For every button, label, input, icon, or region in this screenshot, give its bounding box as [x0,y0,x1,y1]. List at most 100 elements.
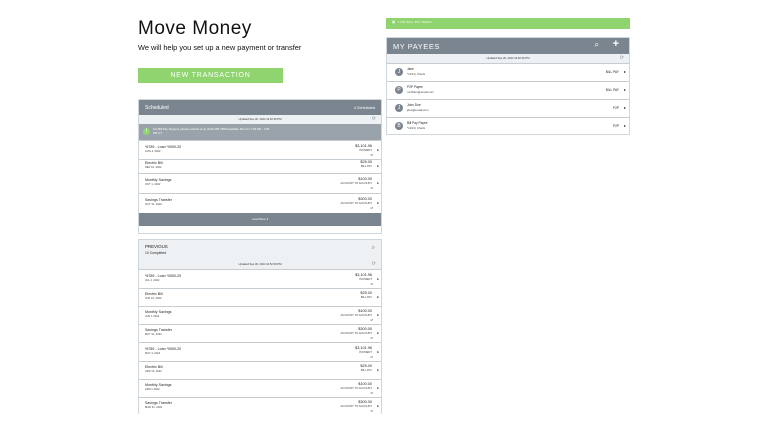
refresh-icon[interactable]: ⟳ [372,116,376,122]
transaction-row[interactable]: *6789 - Loan *0500-20 AUG 4, 2022 $3,101.9… [139,140,381,159]
transaction-amount: $3,101.96 [355,143,372,148]
transaction-name: Savings Transfer [145,328,172,332]
chevron-right-icon[interactable]: ▸ [624,87,626,92]
payee-row[interactable]: J Jane *1234 | Check BILL PAY ▸ [387,63,629,81]
recurring-icon: ⇄ [370,281,373,286]
chevron-right-icon[interactable]: ▸ [377,313,379,317]
support-alert-text: For Bill Pay Support, please contact us … [153,127,270,135]
transaction-name: Savings Transfer [145,401,172,405]
load-more-button[interactable]: Load More ▾ [139,213,381,226]
chevron-right-icon[interactable]: ▸ [377,277,379,281]
previous-count: 10 Completed [145,251,167,255]
transaction-name: Monthly Savings [145,178,172,182]
chevron-right-icon[interactable]: ▸ [377,404,379,408]
search-icon[interactable]: ⌕ [595,40,599,50]
previous-list: *6789 - Loan *0500-20 JUL 4, 2022 $3,101.9… [139,269,381,415]
transaction-row[interactable]: Monthly Savings APR 1 2022 $100.00 ACCOUNT … [139,379,381,397]
payee-row[interactable]: B Bill Pay Payee *1234 | Check P2P ▸ [387,117,629,135]
chevron-right-icon[interactable]: ▸ [377,386,379,390]
payee-detail: mchilton@email.com [407,90,434,94]
transaction-row[interactable]: *6789 - Loan *0500-20 JUL 4, 2022 $3,101.9… [139,269,381,288]
recurring-icon: ⇄ [370,152,373,157]
transaction-date: MAY 31, 2022 [145,333,162,336]
page-subtitle: We will help you set up a new payment or… [138,43,302,52]
transaction-row[interactable]: Electric Bill SEP 10, 2022 $25.00 BILL PAY ▸ [139,159,381,173]
refresh-icon[interactable]: ⟳ [372,261,376,267]
recurring-icon: ⇄ [370,336,373,340]
payee-name: John Doe [407,103,421,107]
transaction-row[interactable]: Electric Bill APR 10, 2022 $25.00 BILL PAY ▸ [139,361,381,379]
add-payee-icon[interactable]: + [613,38,619,50]
chevron-right-icon[interactable]: ▸ [377,164,379,168]
transaction-type: PAYMENT [359,277,372,281]
chevron-right-icon[interactable]: ▸ [377,331,379,335]
transaction-name: *6789 - Loan *0500-20 [145,273,182,278]
transaction-row[interactable]: Savings Transfer OCT 31, 2022 $300.00 ACCOU… [139,193,381,213]
payee-row[interactable]: P P2P Payee mchilton@email.com BILL PAY ▸ [387,81,629,99]
new-transaction-button[interactable]: NEW TRANSACTION [138,68,283,83]
transaction-row[interactable]: Monthly Savings OCT 1, 2022 $100.00 ACCOUNT… [139,173,381,193]
recurring-icon: ⇄ [370,354,373,359]
transaction-date: JUL 4, 2022 [145,278,160,282]
recurring-icon: ⇄ [370,318,373,322]
chevron-right-icon[interactable]: ▸ [624,123,626,128]
payees-panel: MY PAYEES ⌕ + Updated Sep 30, 2024 12:52… [386,37,630,135]
payee-name: Bill Pay Payee [407,121,428,125]
info-icon: i [143,128,150,135]
transaction-type: ACCOUNT TO ACCOUNT [340,387,372,390]
money-icon: ▣ [392,20,396,24]
recurring-icon: ⇄ [370,186,373,190]
transaction-row[interactable]: *6789 - Loan *0500-20 MAY 4, 2022 $3,101.9… [139,342,381,361]
transaction-row[interactable]: Electric Bill JUN 10, 2022 $25.00 BILL PAY ▸ [139,288,381,306]
transaction-type: BILL PAY [360,165,372,168]
chevron-right-icon[interactable]: ▸ [377,148,379,152]
payee-type: BILL PAY [605,88,619,92]
scheduled-count: 4 Scheduled [353,106,375,110]
transaction-type: BILL PAY [360,296,372,299]
transaction-amount: $3,101.96 [355,345,372,350]
scheduled-header: Scheduled 4 Scheduled [139,100,381,115]
chevron-right-icon[interactable]: ▸ [377,201,379,205]
transaction-type: ACCOUNT TO ACCOUNT [340,182,372,185]
transaction-name: *6789 - Loan *0500-20 [145,144,182,149]
payee-detail: *1234 | Check [407,126,426,130]
chevron-right-icon[interactable]: ▸ [377,295,379,299]
chevron-right-icon[interactable]: ▸ [624,105,626,110]
transaction-name: Electric Bill [145,365,163,369]
payees-title: MY PAYEES [393,42,440,51]
transaction-amount: $25.00 [360,364,372,368]
chevron-right-icon[interactable]: ▸ [377,350,379,354]
transaction-amount: $100.00 [358,177,372,181]
payee-name: Jane [407,67,414,71]
previous-header: PREVIOUS 10 Completed ⌕ [139,240,381,260]
chevron-right-icon[interactable]: ▸ [377,368,379,372]
transaction-name: Monthly Savings [145,383,172,387]
chevron-right-icon[interactable]: ▸ [377,181,379,185]
transaction-date: AUG 4, 2022 [145,149,161,153]
updated-text: Updated Sep 30, 2024 12:52:39 PM [238,263,282,266]
chevron-right-icon[interactable]: ▸ [624,69,626,74]
transaction-date: APR 10, 2022 [145,370,162,373]
scheduled-updated: Updated Sep 30, 2024 12:52:39 PM ⟳ [139,115,381,124]
transaction-amount: $25.00 [360,160,372,164]
recurring-icon: ⇄ [370,409,373,413]
transaction-date: OCT 1, 2022 [145,183,161,186]
search-icon[interactable]: ⌕ [372,245,375,252]
load-more-label: Load More [251,217,266,221]
transaction-row[interactable]: Savings Transfer MAR 31, 2022 $300.00 ACCOU… [139,397,381,415]
transaction-row[interactable]: Savings Transfer MAY 31, 2022 $300.00 ACCOU… [139,324,381,342]
avatar: J [395,68,403,76]
payee-row[interactable]: J John Doe jdoe@email.com P2P ▸ [387,99,629,117]
transaction-name: Monthly Savings [145,310,172,314]
transaction-name: Savings Transfer [145,198,172,202]
transaction-amount: $100.00 [358,382,372,386]
transaction-date: OCT 31, 2022 [145,203,162,206]
transaction-amount: $100.00 [358,309,372,313]
refresh-icon[interactable]: ⟳ [620,55,624,61]
previous-panel: PREVIOUS 10 Completed ⌕ Updated Sep 30, … [138,239,382,415]
transaction-row[interactable]: Monthly Savings JUN 1 2022 $100.00 ACCOUNT … [139,306,381,324]
transaction-amount: $3,101.96 [355,272,372,277]
payee-list: J Jane *1234 | Check BILL PAY ▸ P P2P Payee mch… [387,63,629,135]
transaction-name: Electric Bill [145,292,163,296]
payee-name: P2P Payee [407,85,423,89]
